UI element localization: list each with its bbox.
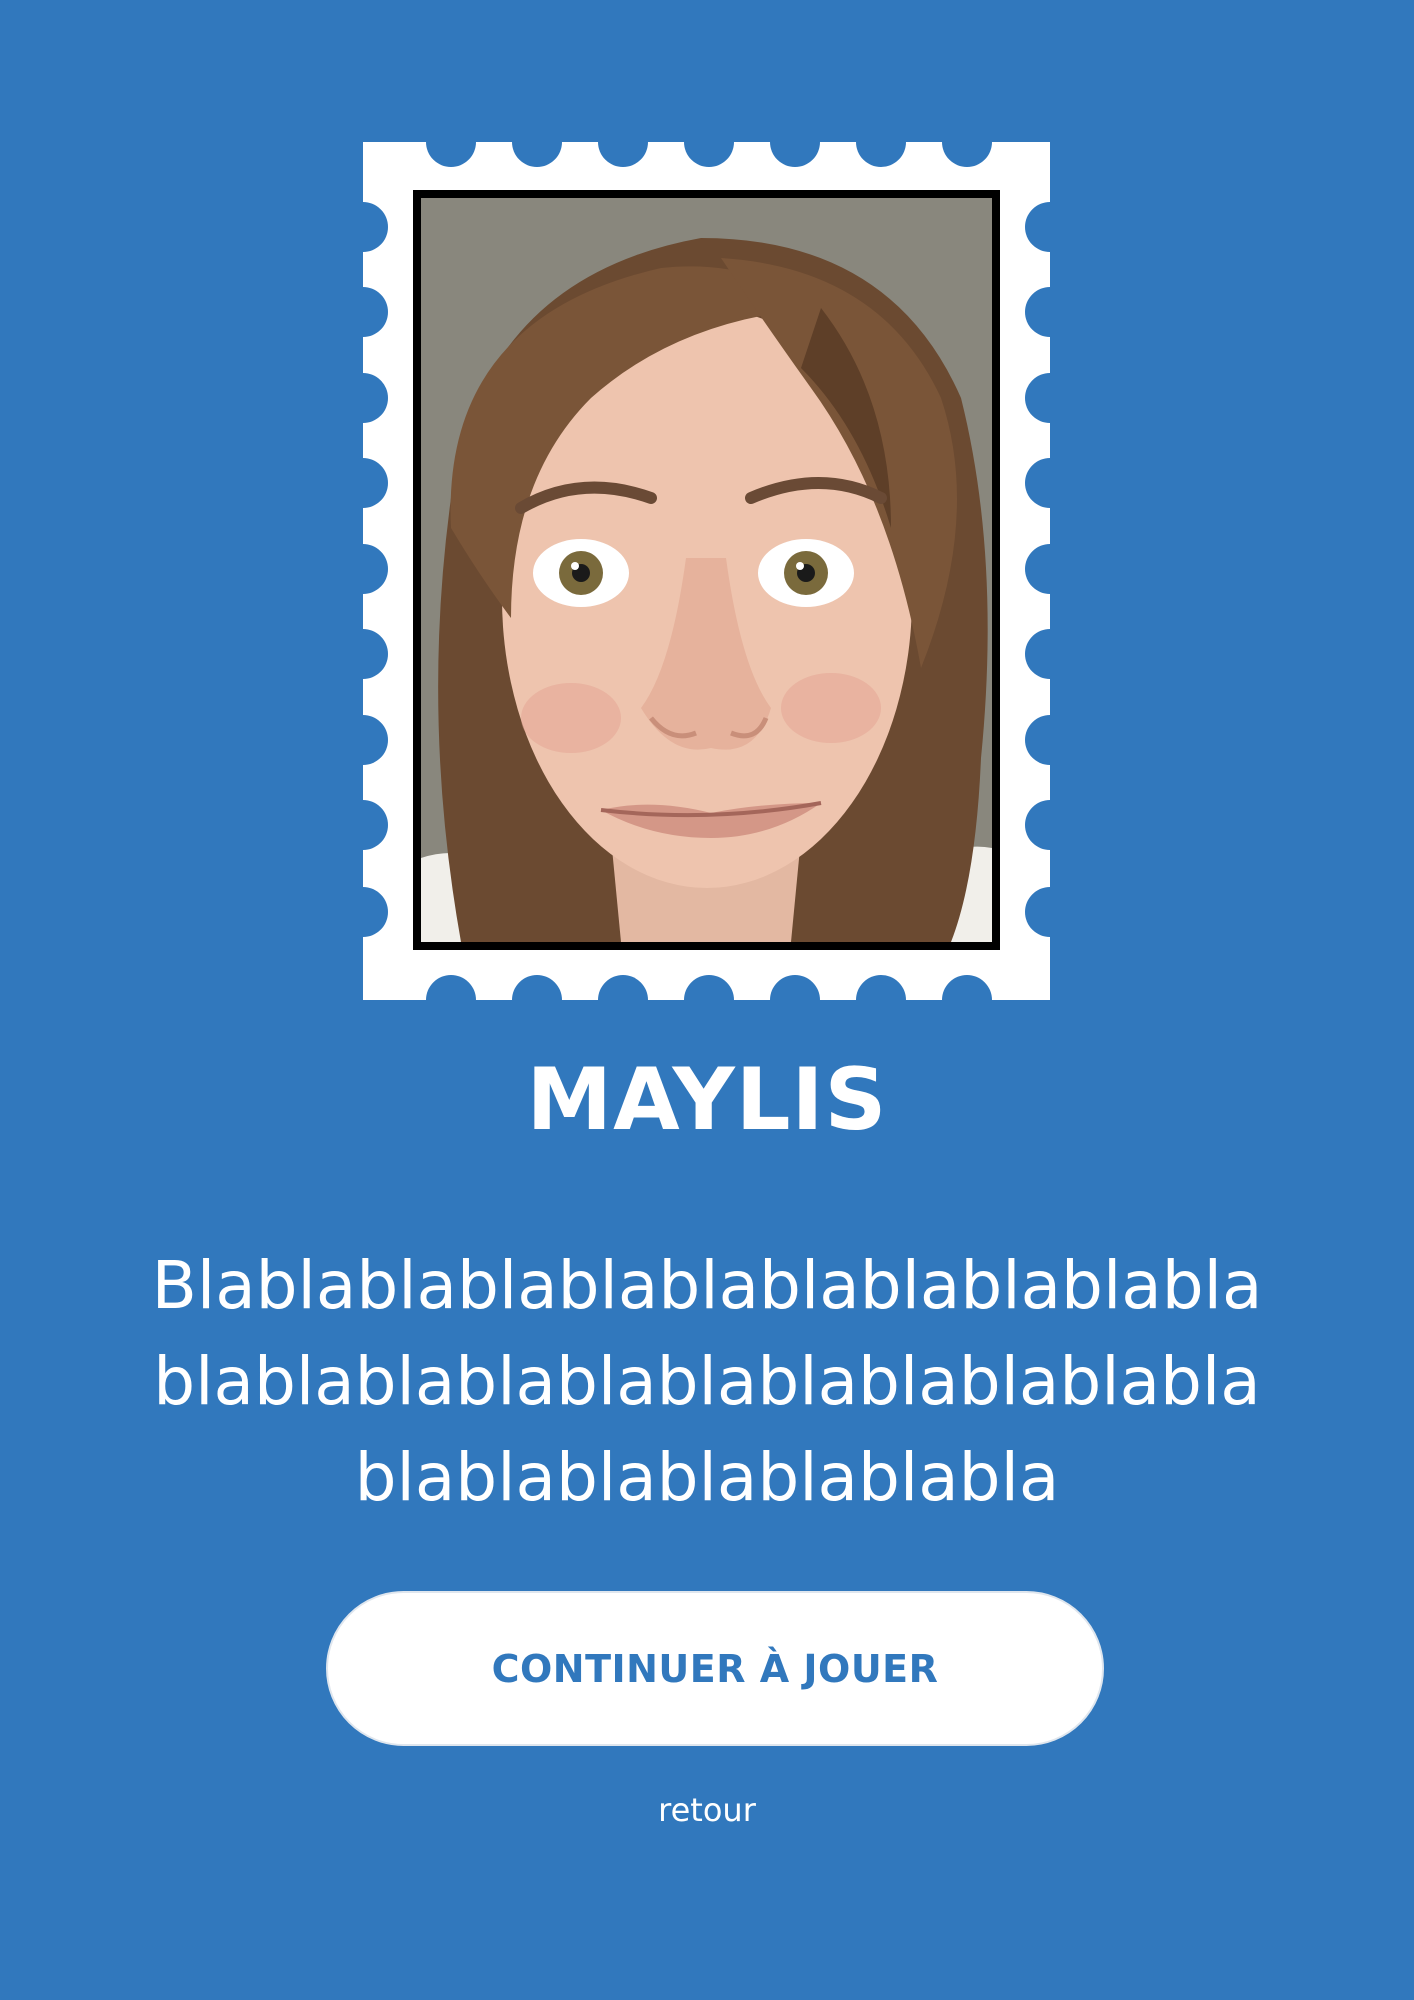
back-link[interactable]: retour [0,1788,1414,1832]
continue-playing-button[interactable]: CONTINUER À JOUER [326,1591,1104,1746]
profile-name: MAYLIS [526,1050,888,1150]
description-line: Blablablablablablablablablablabla [151,1247,1263,1324]
description-line: blablablablablablablablablablabla [153,1343,1261,1420]
profile-description: Blablablablablablablablablablabla blabla… [120,1238,1294,1526]
description-line: blablablablablablabla [354,1439,1060,1516]
profile-photo [413,190,1000,950]
